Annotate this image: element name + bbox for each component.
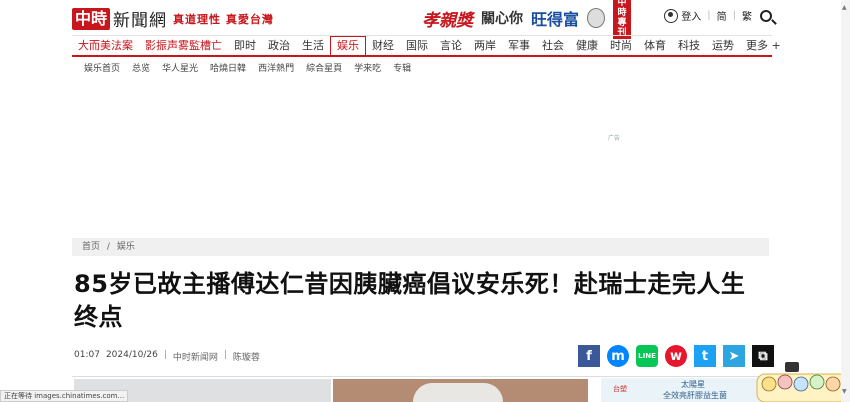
subnav-item[interactable]: 专辑 (393, 61, 411, 74)
weibo-icon[interactable]: w (665, 345, 687, 367)
subnav-item[interactable]: 娱乐首页 (84, 61, 120, 74)
site-slogan: 真道理性 真愛台灣 (173, 12, 274, 26)
nav-item-entertainment[interactable]: 娱乐 (330, 36, 366, 55)
main-nav: 大而美法案 影振声雾監槽亡 即时 政治 生活 娱乐 财经 国际 言论 两岸 军事… (72, 35, 781, 57)
subnav-item[interactable]: 学来吃 (354, 61, 381, 74)
mascot-illustration (756, 362, 848, 402)
lang-simplified-link[interactable]: 简 (717, 8, 727, 23)
breadcrumb: 首页 / 娱乐 (72, 238, 769, 256)
subnav-item[interactable]: 总览 (132, 61, 150, 74)
article-title: 85岁已故主播傅达仁昔因胰臟癌倡议安乐死！赴瑞士走完人生终点 (74, 270, 746, 331)
scroll-down-icon[interactable]: ▼ (842, 388, 847, 395)
nav-item-military[interactable]: 军事 (502, 36, 536, 55)
divider: | (163, 350, 167, 360)
ad-title: 太陽星 (681, 380, 705, 389)
page-scrollbar[interactable] (841, 0, 850, 402)
user-icon[interactable] (664, 8, 679, 23)
nav-item-society[interactable]: 社会 (536, 36, 570, 55)
subnav-item[interactable]: 綜合星頁 (306, 61, 342, 74)
nav-item-tech[interactable]: 科技 (672, 36, 706, 55)
breadcrumb-home[interactable]: 首页 (82, 242, 100, 252)
logo-text: 新聞網 (113, 11, 168, 31)
lang-traditional-link[interactable]: 繁 (742, 8, 752, 23)
brand-mascot-icon[interactable] (587, 8, 606, 28)
site-logo[interactable]: 中時 新聞網 真道理性 真愛台灣 (72, 6, 274, 31)
nav-item-finance[interactable]: 财经 (366, 36, 400, 55)
divider: | (223, 350, 227, 360)
nav-item-life[interactable]: 生活 (296, 36, 330, 55)
subnav-item[interactable]: 华人星光 (162, 61, 198, 74)
nav-more-button[interactable]: 更多 + (740, 36, 787, 55)
article-author[interactable]: 陈璇蓉 (233, 350, 260, 363)
ad-label: 广告 (608, 135, 621, 142)
divider: | (707, 10, 711, 21)
login-link[interactable]: 登入 (681, 8, 701, 23)
share-bar: f m LINE w t ➤ ⧉ (578, 345, 781, 367)
breadcrumb-section[interactable]: 娱乐 (117, 242, 135, 252)
header-utilities: 登入 | 简 | 繁 (664, 8, 772, 23)
nav-item-opinion[interactable]: 言论 (434, 36, 468, 55)
article-image-right (333, 379, 588, 402)
brand-xiaoqin-logo[interactable]: 孝親獎 (422, 6, 473, 31)
article-time: 01:07 (74, 350, 100, 360)
nav-item-health[interactable]: 健康 (570, 36, 604, 55)
nav-item-sports[interactable]: 体育 (638, 36, 672, 55)
search-icon[interactable] (760, 9, 772, 22)
partner-brands: 孝親獎 關心你 旺得富 中時 專刊 (422, 0, 639, 39)
nav-item-fortune[interactable]: 运势 (706, 36, 740, 55)
nav-item-realtime[interactable]: 即时 (228, 36, 262, 55)
subnav-item[interactable]: 西洋熱門 (258, 61, 294, 74)
divider: | (732, 10, 736, 21)
divider (72, 376, 769, 377)
twitter-icon[interactable]: t (694, 345, 716, 367)
sub-nav: 娱乐首页 总览 华人星光 哈燒日韓 西洋熱門 綜合星頁 学来吃 专辑 (84, 61, 423, 74)
nav-item-politics[interactable]: 政治 (262, 36, 296, 55)
brand-guanxin-logo[interactable]: 關心你 (481, 8, 523, 28)
article-source[interactable]: 中时新闻网 (173, 350, 218, 363)
site-header: 中時 新聞網 真道理性 真愛台灣 孝親獎 關心你 旺得富 中時 專刊 登入 | … (72, 0, 772, 39)
browser-status-bar: 正在等待 images.chinatimes.com... (0, 390, 129, 402)
article-meta: 01:07 2024/10/26 | 中时新闻网 | 陈璇蓉 (74, 350, 260, 363)
brand-wangdefu-logo[interactable]: 旺得富 (531, 6, 579, 30)
brand-special-logo[interactable]: 中時 專刊 (613, 0, 632, 39)
nav-item[interactable]: 大而美法案 (72, 36, 139, 55)
line-icon[interactable]: LINE (636, 345, 658, 367)
telegram-icon[interactable]: ➤ (723, 345, 745, 367)
ad-brand-label: 台塑 (613, 385, 627, 393)
scroll-up-icon[interactable]: ▲ (842, 4, 847, 11)
messenger-icon[interactable]: m (607, 345, 629, 367)
nav-item[interactable]: 影振声雾監槽亡 (139, 36, 228, 55)
nav-item-fashion[interactable]: 时尚 (604, 36, 638, 55)
subnav-item[interactable]: 哈燒日韓 (210, 61, 246, 74)
breadcrumb-separator: / (106, 242, 110, 252)
nav-item-cross-strait[interactable]: 两岸 (468, 36, 502, 55)
facebook-icon[interactable]: f (578, 345, 600, 367)
nav-item-world[interactable]: 国际 (400, 36, 434, 55)
logo-mark: 中時 (72, 7, 111, 30)
ad-subtitle: 全效亮肝膠益生菌 (663, 391, 727, 400)
side-ad-banner[interactable]: 台塑 太陽星 全效亮肝膠益生菌 (601, 378, 769, 402)
article-date: 2024/10/26 (105, 350, 158, 360)
